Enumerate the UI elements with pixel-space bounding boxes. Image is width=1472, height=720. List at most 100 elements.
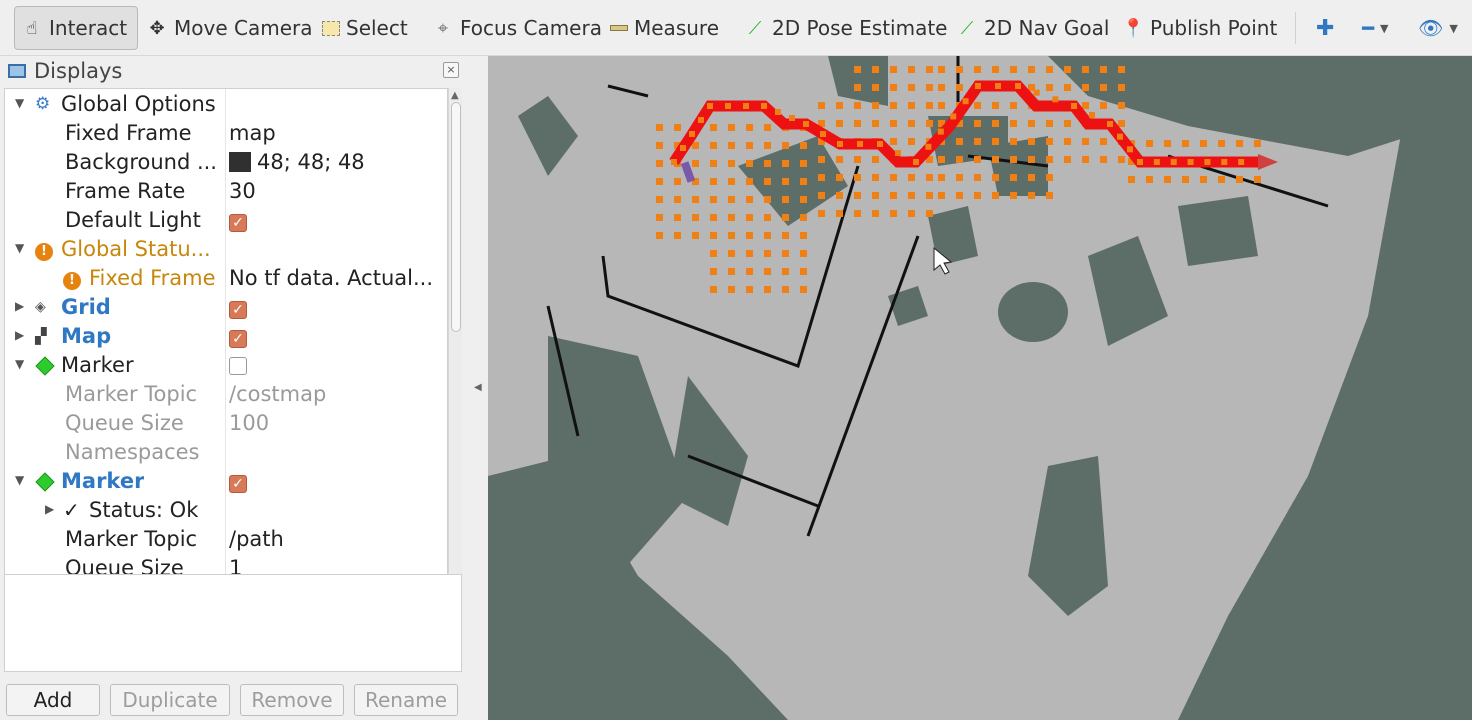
focus-camera-tool-button[interactable]: ⌖ Focus Camera xyxy=(426,6,608,50)
costmap-cell xyxy=(1028,120,1035,127)
costmap-cell xyxy=(926,66,933,73)
costmap-cell xyxy=(746,250,753,257)
costmap-cell xyxy=(1182,140,1189,147)
fixed-frame-value[interactable]: map xyxy=(229,121,445,145)
costmap-cell xyxy=(854,192,861,199)
tree-row-marker-topic[interactable]: Marker Topic /costmap xyxy=(5,381,447,410)
queue-size-value[interactable]: 100 xyxy=(229,411,445,435)
tree-row-fixed-frame[interactable]: Fixed Frame map xyxy=(5,120,447,149)
tree-row-global-status[interactable]: ▼ ! Global Statu... xyxy=(5,236,447,265)
costmap-cell xyxy=(926,174,933,181)
tree-scrollbar[interactable]: ▲ ▼ xyxy=(448,88,462,624)
marker-topic-path-value[interactable]: /path xyxy=(229,527,445,551)
interact-tool-button[interactable]: ☝ Interact xyxy=(14,6,138,50)
tree-row-frame-rate[interactable]: Frame Rate 30 xyxy=(5,178,447,207)
expand-arrow-icon[interactable]: ▶ xyxy=(15,328,24,342)
costmap-cell xyxy=(956,156,963,163)
duplicate-button[interactable]: Duplicate xyxy=(110,684,230,716)
warning-icon: ! xyxy=(35,240,53,261)
costmap-cell xyxy=(1010,156,1017,163)
publish-point-tool-button[interactable]: 📍 Publish Point xyxy=(1116,6,1283,50)
costmap-cell xyxy=(974,138,981,145)
green-arrow-icon: ⟋ xyxy=(748,17,762,39)
rename-button[interactable]: Rename xyxy=(354,684,458,716)
costmap-cell xyxy=(764,142,771,149)
costmap-cell xyxy=(728,250,735,257)
tree-row-namespaces[interactable]: Namespaces xyxy=(5,439,447,468)
marker-path-checkbox[interactable]: ✓ xyxy=(229,475,247,493)
expand-arrow-icon[interactable]: ▼ xyxy=(15,241,24,255)
costmap-cell xyxy=(692,232,699,239)
expand-arrow-icon[interactable]: ▶ xyxy=(45,502,54,516)
background-color-value[interactable]: 48; 48; 48 xyxy=(229,150,445,174)
costmap-cell xyxy=(656,160,663,167)
costmap-cell xyxy=(992,192,999,199)
costmap-cell xyxy=(728,232,735,239)
tree-row-fixed-frame-status[interactable]: ! Fixed Frame No tf data. Actual... xyxy=(5,265,447,294)
add-tool-button[interactable]: ✚ xyxy=(1310,6,1340,50)
marker-costmap-checkbox[interactable] xyxy=(229,357,247,375)
tree-row-grid[interactable]: ▶ ◈ Grid ✓ xyxy=(5,294,447,323)
costmap-cell xyxy=(890,66,897,73)
scroll-up-icon[interactable]: ▲ xyxy=(451,90,459,101)
measure-tool-button[interactable]: Measure xyxy=(604,6,725,50)
tree-row-status-ok[interactable]: ▶ ✓ Status: Ok xyxy=(5,497,447,526)
expand-arrow-icon[interactable]: ▶ xyxy=(15,299,24,313)
expand-arrow-icon[interactable]: ▼ xyxy=(15,96,24,110)
costmap-cell xyxy=(818,210,825,217)
costmap-cell xyxy=(938,66,945,73)
displays-tree[interactable]: ▼ ⚙ Global Options Fixed Frame map Backg… xyxy=(4,88,448,624)
tree-row-marker-path[interactable]: ▼ Marker ✓ xyxy=(5,468,447,497)
3d-render-viewport[interactable] xyxy=(488,56,1472,720)
close-icon[interactable]: × xyxy=(443,62,459,78)
scrollbar-thumb[interactable] xyxy=(451,102,461,332)
path-node xyxy=(913,159,919,165)
grid-enabled-checkbox[interactable]: ✓ xyxy=(229,301,247,319)
tree-row-marker-topic-path[interactable]: Marker Topic /path xyxy=(5,526,447,555)
costmap-cell xyxy=(1082,156,1089,163)
2d-pose-estimate-tool-button[interactable]: ⟋ 2D Pose Estimate xyxy=(738,6,954,50)
select-tool-button[interactable]: Select xyxy=(316,6,414,50)
costmap-cell xyxy=(974,120,981,127)
marker-topic-value[interactable]: /costmap xyxy=(229,382,445,406)
costmap-cell xyxy=(926,192,933,199)
panel-splitter[interactable]: ◀ xyxy=(466,56,488,720)
visibility-menu-button[interactable]: 👁 ▼ xyxy=(1412,6,1464,50)
costmap-cell xyxy=(974,66,981,73)
costmap-cell xyxy=(1010,102,1017,109)
remove-button[interactable]: Remove xyxy=(240,684,344,716)
path-node xyxy=(775,109,781,115)
tree-row-marker-costmap[interactable]: ▼ Marker xyxy=(5,352,447,381)
costmap-cell xyxy=(1064,156,1071,163)
collapse-arrow-icon[interactable]: ◀ xyxy=(474,382,482,393)
costmap-cell xyxy=(872,66,879,73)
expand-arrow-icon[interactable]: ▼ xyxy=(15,357,24,371)
costmap-cell xyxy=(890,174,897,181)
move-camera-tool-button[interactable]: ✥ Move Camera xyxy=(140,6,318,50)
default-light-checkbox[interactable]: ✓ xyxy=(229,214,247,232)
costmap-cell xyxy=(1010,138,1017,145)
tree-row-background-color[interactable]: Background ... 48; 48; 48 xyxy=(5,149,447,178)
costmap-cell xyxy=(1082,102,1089,109)
color-swatch xyxy=(229,152,251,172)
costmap-cell xyxy=(854,84,861,91)
2d-nav-goal-tool-button[interactable]: ⟋ 2D Nav Goal xyxy=(950,6,1115,50)
expand-arrow-icon[interactable]: ▼ xyxy=(15,473,24,487)
remove-tool-button[interactable]: ━ ▼ xyxy=(1356,6,1395,50)
costmap-cell xyxy=(1010,174,1017,181)
tree-row-global-options[interactable]: ▼ ⚙ Global Options xyxy=(5,91,447,120)
frame-rate-value[interactable]: 30 xyxy=(229,179,445,203)
costmap-cell xyxy=(746,178,753,185)
costmap-cell xyxy=(1010,192,1017,199)
map-enabled-checkbox[interactable]: ✓ xyxy=(229,330,247,348)
costmap-cell xyxy=(956,66,963,73)
add-button[interactable]: Add xyxy=(6,684,100,716)
costmap-cell xyxy=(710,142,717,149)
map-obstacles xyxy=(488,56,1472,720)
path-node xyxy=(680,145,686,151)
tree-row-map[interactable]: ▶ ▞ Map ✓ xyxy=(5,323,447,352)
toolbar-separator xyxy=(1295,12,1296,44)
plus-icon: ✚ xyxy=(1316,15,1335,41)
tree-row-queue-size[interactable]: Queue Size 100 xyxy=(5,410,447,439)
tree-row-default-light[interactable]: Default Light ✓ xyxy=(5,207,447,236)
